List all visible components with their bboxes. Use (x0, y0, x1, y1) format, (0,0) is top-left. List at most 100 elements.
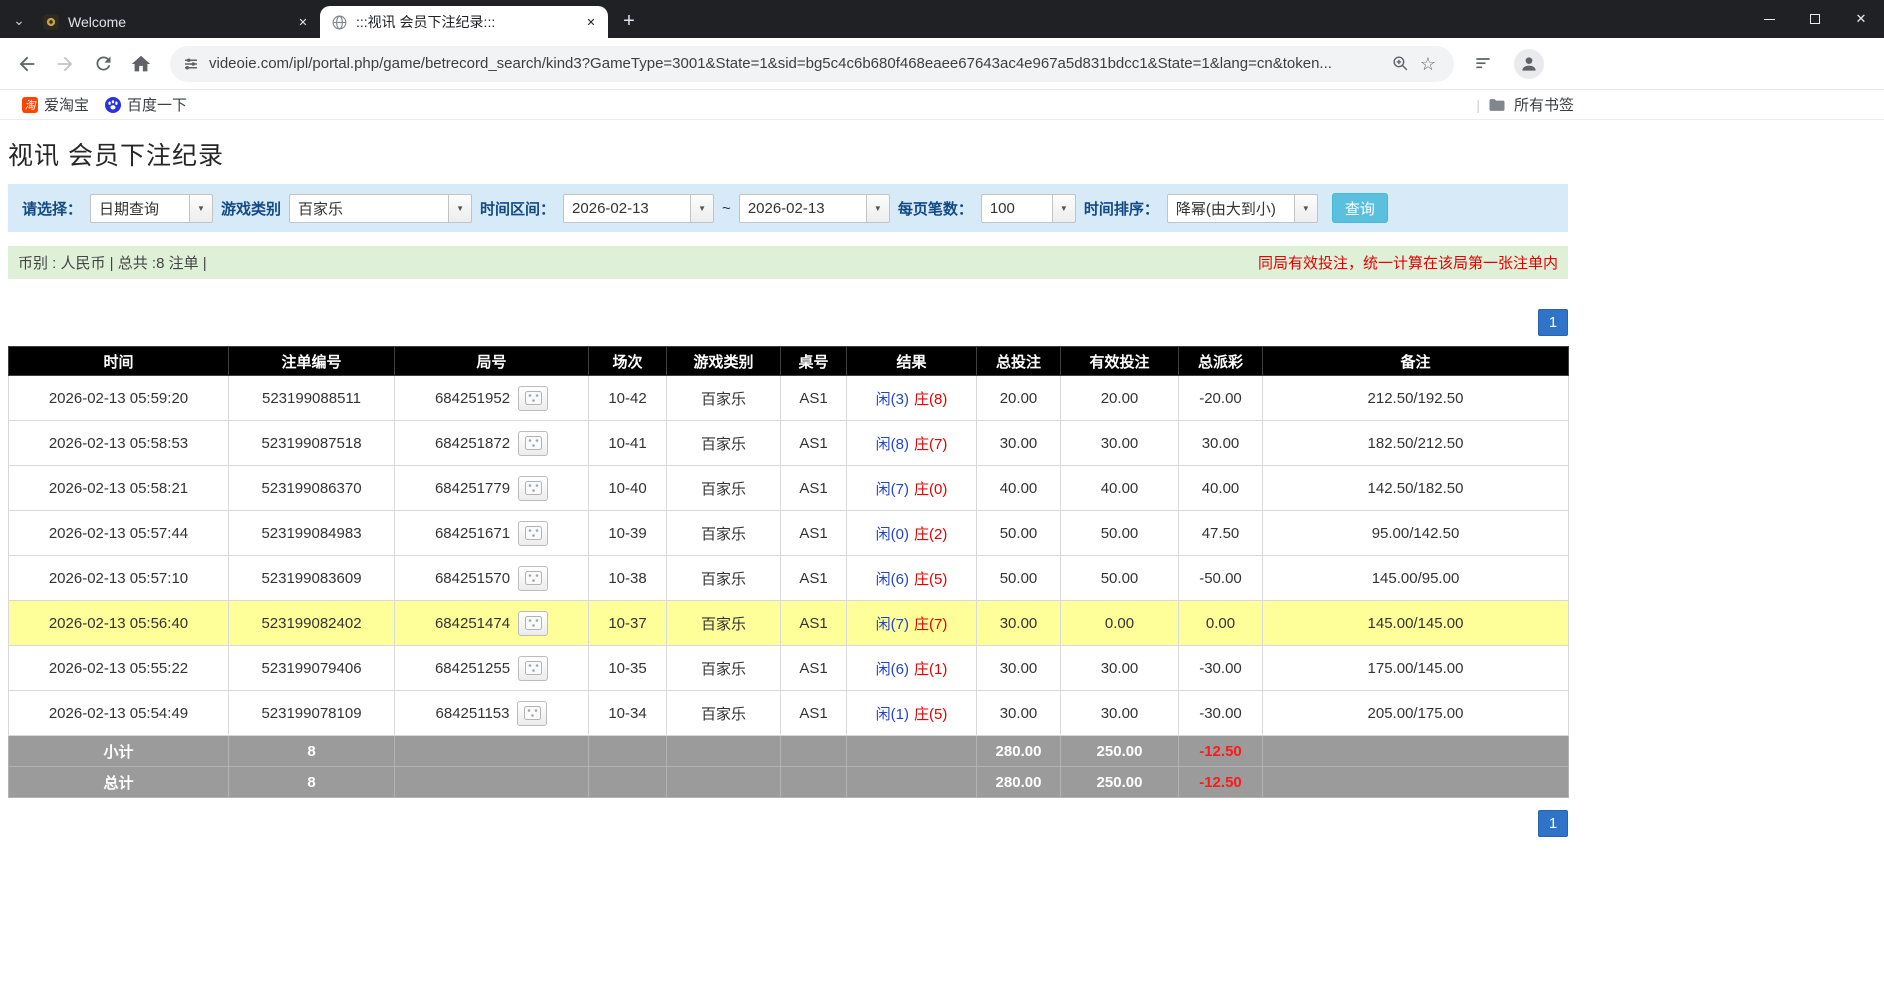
cell-table-no: AS1 (781, 601, 847, 646)
sort-dropdown-button[interactable]: ▼ (1295, 194, 1318, 223)
cell-bet-id: 523199083609 (229, 556, 395, 601)
round-id: 684251255 (435, 660, 510, 677)
cell-valid-bet: 0.00 (1061, 601, 1179, 646)
cell-label: 总计 (9, 767, 229, 798)
filter-label-game: 游戏类别 (221, 198, 281, 219)
cell-result: 闲(8)庄(7) (847, 421, 977, 466)
sort-input[interactable] (1167, 194, 1295, 223)
tab-close-icon[interactable]: ✕ (582, 13, 600, 31)
result-banker: 庄(2) (914, 526, 947, 543)
date-to-select: ▼ (739, 194, 890, 223)
home-icon (130, 53, 152, 75)
cell-round-id: 684251474 (395, 601, 589, 646)
all-bookmarks[interactable]: | 所有书签 (1476, 94, 1574, 115)
cell-bet-id: 523199079406 (229, 646, 395, 691)
reload-button[interactable] (86, 47, 120, 81)
video-record-button[interactable] (517, 701, 547, 726)
filter-label-per-page: 每页笔数： (898, 198, 973, 219)
cell-payout: 0.00 (1179, 601, 1263, 646)
per-page-input[interactable] (981, 194, 1053, 223)
game-type-input[interactable] (289, 194, 449, 223)
tab-welcome[interactable]: Welcome ✕ (32, 6, 320, 38)
result-banker: 庄(7) (914, 436, 947, 453)
cell-valid-bet: 30.00 (1061, 691, 1179, 736)
cell-note: 95.00/142.50 (1263, 511, 1569, 556)
date-to-input[interactable] (739, 194, 867, 223)
cell-total-bet: 40.00 (977, 466, 1061, 511)
chevron-down-icon: ▼ (1060, 204, 1068, 213)
url-text[interactable]: videoie.com/ipl/portal.php/game/betrecor… (209, 55, 1386, 72)
maximize-button[interactable] (1792, 0, 1838, 38)
cell-session: 10-37 (589, 601, 667, 646)
cell-game-type: 百家乐 (667, 556, 781, 601)
query-type-dropdown-button[interactable]: ▼ (190, 194, 213, 223)
cell-note: 175.00/145.00 (1263, 646, 1569, 691)
zoom-icon[interactable] (1386, 50, 1414, 78)
cell-session: 10-38 (589, 556, 667, 601)
extension-icon[interactable] (1466, 47, 1500, 81)
cell-session (589, 736, 667, 767)
tab-strip: ⌄ Welcome ✕ :::视讯 会员下注纪录::: ✕ + ✕ (0, 0, 1884, 38)
search-button[interactable]: 查询 (1332, 193, 1388, 223)
close-button[interactable]: ✕ (1838, 0, 1884, 38)
site-settings-icon[interactable] (182, 55, 200, 73)
result-banker: 庄(1) (914, 661, 947, 678)
page-number-button[interactable]: 1 (1538, 309, 1568, 336)
cell-note (1263, 767, 1569, 798)
cell-table-no (781, 767, 847, 798)
profile-avatar[interactable] (1514, 49, 1544, 79)
column-header: 场次 (589, 347, 667, 376)
column-header: 时间 (9, 347, 229, 376)
cell-session: 10-39 (589, 511, 667, 556)
date-to-dropdown-button[interactable]: ▼ (867, 194, 890, 223)
table-row: 2026-02-13 05:58:21523199086370684251779… (9, 466, 1569, 511)
result-player: 闲(0) (876, 526, 909, 543)
video-record-button[interactable] (518, 566, 548, 591)
forward-button[interactable] (48, 47, 82, 81)
video-record-button[interactable] (518, 656, 548, 681)
back-arrow-icon (16, 53, 38, 75)
cell-bet-id: 523199084983 (229, 511, 395, 556)
pagination-top: 1 (8, 309, 1568, 336)
cell-valid-bet: 40.00 (1061, 466, 1179, 511)
video-record-button[interactable] (518, 386, 548, 411)
cell-round-id (395, 767, 589, 798)
tab-close-icon[interactable]: ✕ (294, 13, 312, 31)
video-record-button[interactable] (518, 611, 548, 636)
tab-search-chevron-icon[interactable]: ⌄ (6, 5, 32, 35)
cell-table-no (781, 736, 847, 767)
pagination-bottom: 1 (8, 810, 1568, 837)
cell-session: 10-41 (589, 421, 667, 466)
per-page-dropdown-button[interactable]: ▼ (1053, 194, 1076, 223)
video-record-button[interactable] (518, 476, 548, 501)
video-record-button[interactable] (518, 431, 548, 456)
cell-session: 10-35 (589, 646, 667, 691)
bookmark-star-icon[interactable]: ☆ (1414, 50, 1442, 78)
cell-payout: -30.00 (1179, 646, 1263, 691)
video-record-button[interactable] (518, 521, 548, 546)
bookmark-baidu[interactable]: 百度一下 (97, 93, 195, 117)
bookmark-aitaobao[interactable]: 淘 爱淘宝 (14, 93, 97, 117)
date-from-input[interactable] (563, 194, 691, 223)
bet-table-head-row: 时间注单编号局号场次游戏类别桌号结果总投注有效投注总派彩备注 (9, 347, 1569, 376)
filter-label-range: 时间区间： (480, 198, 555, 219)
new-tab-button[interactable]: + (614, 6, 644, 36)
filter-label-sort: 时间排序： (1084, 198, 1159, 219)
table-row: 2026-02-13 05:58:53523199087518684251872… (9, 421, 1569, 466)
page-number-button[interactable]: 1 (1538, 810, 1568, 837)
cell-result (847, 767, 977, 798)
round-id: 684251952 (435, 390, 510, 407)
address-bar[interactable]: videoie.com/ipl/portal.php/game/betrecor… (170, 46, 1454, 82)
cell-table-no: AS1 (781, 556, 847, 601)
cell-note: 145.00/95.00 (1263, 556, 1569, 601)
tab-bet-record[interactable]: :::视讯 会员下注纪录::: ✕ (320, 6, 608, 38)
cell-payout: 30.00 (1179, 421, 1263, 466)
game-type-dropdown-button[interactable]: ▼ (449, 194, 472, 223)
minimize-button[interactable] (1746, 0, 1792, 38)
back-button[interactable] (10, 47, 44, 81)
result-banker: 庄(8) (914, 391, 947, 408)
bookmarks-bar: 淘 爱淘宝 百度一下 | 所有书签 (0, 90, 1884, 120)
date-from-dropdown-button[interactable]: ▼ (691, 194, 714, 223)
home-button[interactable] (124, 47, 158, 81)
query-type-input[interactable] (90, 194, 190, 223)
